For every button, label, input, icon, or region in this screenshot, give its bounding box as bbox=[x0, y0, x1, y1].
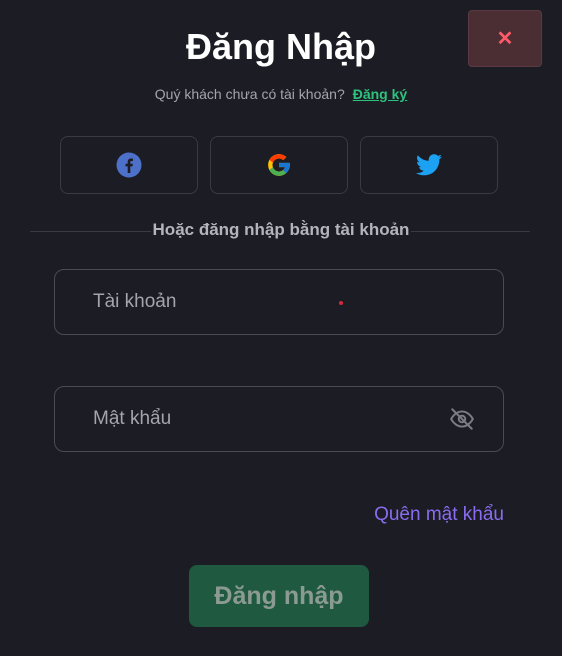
red-dot-marker bbox=[339, 301, 343, 305]
eye-off-icon[interactable] bbox=[449, 406, 475, 432]
twitter-login-button[interactable] bbox=[360, 136, 498, 194]
divider-label: Hoặc đăng nhập bằng tài khoản bbox=[150, 220, 412, 239]
forgot-password-link[interactable]: Quên mật khẩu bbox=[374, 504, 504, 526]
twitter-icon bbox=[416, 154, 442, 176]
google-icon bbox=[268, 154, 290, 176]
signup-prompt: Quý khách chưa có tài khoản? Đăng ký bbox=[0, 86, 562, 102]
username-input[interactable] bbox=[93, 270, 433, 334]
username-field[interactable] bbox=[54, 269, 504, 335]
signup-prompt-text: Quý khách chưa có tài khoản? bbox=[154, 86, 345, 102]
password-field[interactable] bbox=[54, 386, 504, 452]
google-login-button[interactable] bbox=[210, 136, 348, 194]
login-button[interactable]: Đăng nhập bbox=[189, 565, 369, 627]
facebook-icon bbox=[116, 152, 142, 178]
page-title: Đăng Nhập bbox=[185, 26, 376, 67]
signup-link[interactable]: Đăng ký bbox=[353, 86, 407, 102]
password-input[interactable] bbox=[93, 387, 433, 451]
divider-text: Hoặc đăng nhập bằng tài khoản bbox=[0, 220, 562, 240]
facebook-login-button[interactable] bbox=[60, 136, 198, 194]
